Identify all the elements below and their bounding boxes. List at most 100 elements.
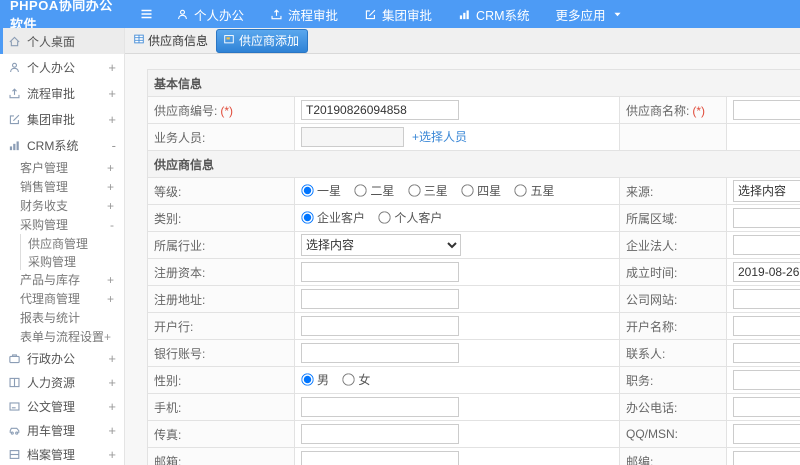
upload-icon bbox=[8, 87, 21, 100]
mobile-input[interactable] bbox=[301, 397, 459, 417]
contact-input[interactable] bbox=[733, 343, 800, 363]
staff-input[interactable] bbox=[301, 127, 404, 147]
field-label: 所属区域: bbox=[626, 211, 678, 226]
sidebar-item-crm[interactable]: CRM系统 - bbox=[0, 132, 124, 158]
required-mark: (*) bbox=[220, 103, 234, 118]
field-label: 注册资本: bbox=[154, 265, 206, 280]
supplier-name-input[interactable] bbox=[733, 100, 800, 120]
field-label: 企业法人: bbox=[626, 238, 678, 253]
industry-select[interactable]: 选择内容 bbox=[301, 234, 461, 256]
sidebar-item-agent-mgmt[interactable]: 代理商管理 + bbox=[0, 289, 124, 308]
fax-input[interactable] bbox=[301, 424, 459, 444]
table-row: 银行账号: 联系人: bbox=[147, 339, 800, 367]
purchase-submenu: 供应商管理 采购管理 bbox=[20, 234, 124, 270]
source-select[interactable]: 选择内容 bbox=[733, 180, 800, 202]
category-radio-company[interactable]: 企业客户 bbox=[301, 209, 365, 226]
form-area: 基本信息 供应商编号:(*) 供应商名称:(*) 业务人员: +选择人员 供应商… bbox=[125, 54, 800, 465]
nav-personal-office[interactable]: 个人办公 bbox=[176, 5, 244, 24]
sidebar-item-sales-mgmt[interactable]: 销售管理 + bbox=[0, 177, 124, 196]
gender-radio-female[interactable]: 女 bbox=[342, 371, 370, 388]
bank-account-input[interactable] bbox=[301, 343, 459, 363]
sidebar-item-finance[interactable]: 财务收支 + bbox=[0, 196, 124, 215]
chevron-down-icon bbox=[613, 11, 622, 18]
tab-bar: 供应商信息 供应商添加 bbox=[125, 28, 800, 54]
zip-input[interactable] bbox=[733, 451, 800, 465]
table-row: 邮箱: 邮编: bbox=[147, 447, 800, 465]
field-label: 银行账号: bbox=[154, 346, 206, 361]
tab-supplier-add[interactable]: 供应商添加 bbox=[216, 28, 309, 53]
add-supplier-icon bbox=[223, 33, 235, 48]
table-row: 手机: 办公电话: bbox=[147, 393, 800, 421]
legal-person-input[interactable] bbox=[733, 235, 800, 255]
field-label: 办公电话: bbox=[626, 400, 678, 415]
sidebar-item-admin-office[interactable]: 行政办公 + bbox=[0, 346, 124, 370]
nav-workflow-approval[interactable]: 流程审批 bbox=[270, 5, 338, 24]
topbar: PHPOA协同办公软件 个人办公 流程审批 集团审批 CRM系统 更多应用 bbox=[0, 0, 800, 32]
sidebar-item-vehicle-mgmt[interactable]: 用车管理 + bbox=[0, 418, 124, 442]
table-row: 类别: 企业客户 个人客户 所属区域: bbox=[147, 204, 800, 232]
pick-staff-link[interactable]: +选择人员 bbox=[412, 130, 467, 144]
email-input[interactable] bbox=[301, 451, 459, 465]
sidebar: 个人桌面 个人办公 + 流程审批 + 集团审批 + CRM系统 - 客户管理 +… bbox=[0, 28, 125, 465]
field-label: 公司网站: bbox=[626, 292, 678, 307]
field-label: QQ/MSN: bbox=[626, 427, 679, 441]
level-radio-1[interactable]: 一星 bbox=[301, 182, 341, 199]
sidebar-item-hr[interactable]: 人力资源 + bbox=[0, 370, 124, 394]
bar-chart-icon bbox=[458, 8, 471, 21]
nav-more-apps[interactable]: 更多应用 bbox=[556, 5, 622, 24]
sidebar-item-reports-stats[interactable]: 报表与统计 bbox=[0, 308, 124, 327]
office-phone-input[interactable] bbox=[733, 397, 800, 417]
field-label: 类别: bbox=[154, 211, 182, 226]
field-label: 性别: bbox=[154, 373, 182, 388]
sidebar-item-supplier-mgmt[interactable]: 供应商管理 bbox=[21, 234, 124, 252]
sidebar-item-workflow-approval[interactable]: 流程审批 + bbox=[0, 80, 124, 106]
upload-icon bbox=[270, 8, 283, 21]
field-label: 手机: bbox=[154, 400, 182, 415]
edit-icon bbox=[364, 8, 377, 21]
level-radio-2[interactable]: 二星 bbox=[354, 182, 394, 199]
supplier-add-form: 基本信息 供应商编号:(*) 供应商名称:(*) 业务人员: +选择人员 供应商… bbox=[146, 69, 800, 465]
home-icon bbox=[8, 35, 21, 48]
car-icon bbox=[8, 424, 21, 437]
tab-supplier-info[interactable]: 供应商信息 bbox=[133, 32, 208, 49]
bank-input[interactable] bbox=[301, 316, 459, 336]
nav-group-approval[interactable]: 集团审批 bbox=[364, 5, 432, 24]
gender-radio-male[interactable]: 男 bbox=[301, 371, 329, 388]
field-label: 所属行业: bbox=[154, 238, 206, 253]
nav-crm-system[interactable]: CRM系统 bbox=[458, 5, 530, 24]
sidebar-item-personal-office[interactable]: 个人办公 + bbox=[0, 54, 124, 80]
account-name-input[interactable] bbox=[733, 316, 800, 336]
region-input[interactable] bbox=[733, 208, 800, 228]
book-icon bbox=[8, 376, 21, 389]
sidebar-item-customer-mgmt[interactable]: 客户管理 + bbox=[0, 158, 124, 177]
sidebar-item-archive-mgmt[interactable]: 档案管理 + bbox=[0, 442, 124, 465]
website-input[interactable] bbox=[733, 289, 800, 309]
reg-capital-input[interactable] bbox=[301, 262, 459, 282]
menu-toggle-icon[interactable] bbox=[139, 7, 154, 21]
field-label: 传真: bbox=[154, 427, 182, 442]
level-radio-5[interactable]: 五星 bbox=[514, 182, 554, 199]
sidebar-item-purchase-mgmt[interactable]: 采购管理 - bbox=[0, 215, 124, 234]
table-row: 业务人员: +选择人员 bbox=[147, 123, 800, 151]
main-content: 供应商信息 供应商添加 基本信息 供应商编号:(*) 供应商名称:(*) 业务人… bbox=[125, 28, 800, 465]
sidebar-item-form-workflow-settings[interactable]: 表单与流程设置 + bbox=[0, 327, 124, 346]
founded-date-input[interactable] bbox=[733, 262, 800, 282]
field-label: 来源: bbox=[626, 184, 654, 199]
reg-address-input[interactable] bbox=[301, 289, 459, 309]
supplier-code-input[interactable] bbox=[301, 100, 459, 120]
sidebar-item-group-approval[interactable]: 集团审批 + bbox=[0, 106, 124, 132]
level-radio-3[interactable]: 三星 bbox=[408, 182, 448, 199]
table-row: 注册资本: 成立时间: bbox=[147, 258, 800, 286]
edit-icon bbox=[8, 113, 21, 126]
category-radio-personal[interactable]: 个人客户 bbox=[378, 209, 442, 226]
table-row: 供应商编号:(*) 供应商名称:(*) bbox=[147, 96, 800, 124]
level-radio-4[interactable]: 四星 bbox=[461, 182, 501, 199]
qq-msn-input[interactable] bbox=[733, 424, 800, 444]
position-input[interactable] bbox=[733, 370, 800, 390]
sidebar-item-document-mgmt[interactable]: 公文管理 + bbox=[0, 394, 124, 418]
field-label: 等级: bbox=[154, 184, 182, 199]
sidebar-item-procurement-mgmt[interactable]: 采购管理 bbox=[21, 252, 124, 270]
field-label: 注册地址: bbox=[154, 292, 206, 307]
sidebar-item-desktop[interactable]: 个人桌面 bbox=[0, 28, 124, 54]
sidebar-item-products-inventory[interactable]: 产品与库存 + bbox=[0, 270, 124, 289]
